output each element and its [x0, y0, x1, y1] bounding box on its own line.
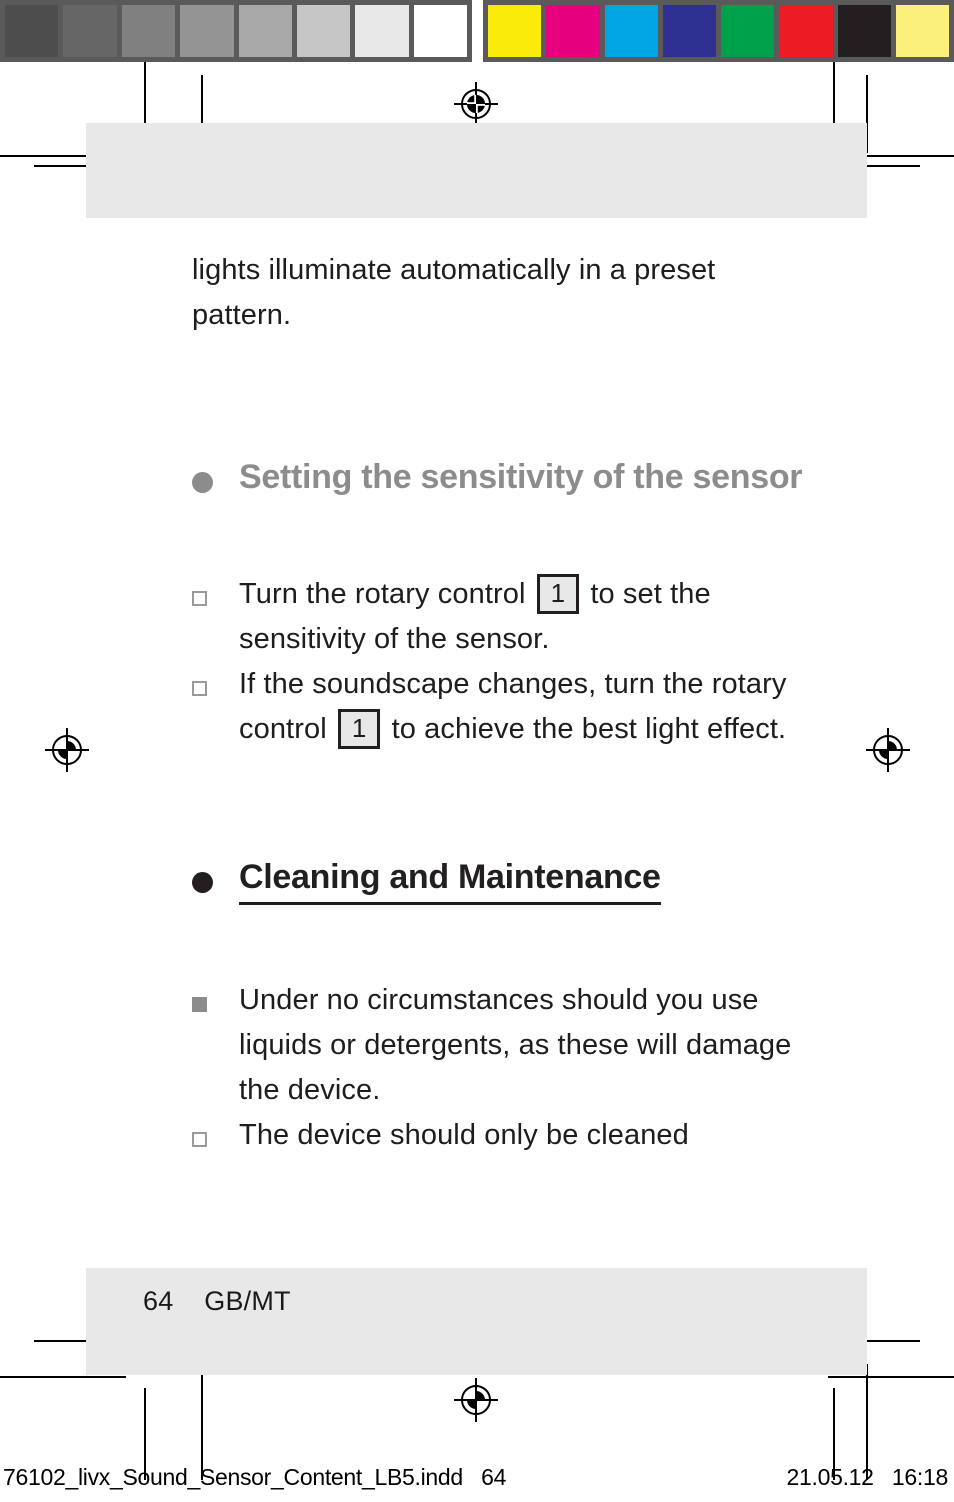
crop-mark-bottom-right-outer-horizontal — [828, 1376, 954, 1378]
slug-filename: 76102_livx_Sound_Sensor_Content_LB5.indd… — [3, 1464, 507, 1490]
section-heading-cleaning-maintenance: Cleaning and Maintenance — [192, 856, 812, 905]
gray-swatch-2 — [121, 5, 176, 57]
color-swatch-7 — [895, 5, 949, 57]
reference-number-box: 1 — [536, 574, 580, 614]
list-item-text: Under no circumstances should you use li… — [239, 984, 792, 1106]
gray-swatch-4 — [238, 5, 292, 57]
filled-circle-bullet-icon — [192, 472, 213, 493]
color-calibration-strip — [483, 0, 954, 62]
registration-mark-bottom — [452, 1376, 500, 1424]
crop-mark-bottom-left-outer-horizontal — [0, 1376, 126, 1378]
heading-gap — [192, 499, 812, 572]
gray-swatch-1 — [63, 5, 117, 57]
gray-swatch-0 — [5, 5, 59, 57]
color-swatch-1 — [546, 5, 600, 57]
heading-text: Cleaning and Maintenance — [239, 856, 661, 905]
color-swatch-6 — [837, 5, 891, 57]
registration-mark-left — [43, 726, 91, 774]
list-item-text-part: Turn the rotary control — [239, 578, 534, 610]
page-trim-area: 64 GB/MT lights illuminate automatically… — [86, 123, 867, 1375]
header-band — [86, 123, 867, 218]
gray-swatch-3 — [180, 5, 234, 57]
heading-text: Setting the sensitivity of the sensor — [239, 458, 803, 496]
gray-swatch-5 — [296, 5, 351, 57]
list-item-text: Turn the rotary control 1 to set the sen… — [239, 572, 812, 662]
hollow-square-bullet-icon — [192, 591, 207, 606]
grayscale-calibration-strip — [0, 0, 472, 62]
filled-square-bullet-icon — [192, 997, 207, 1012]
filled-circle-bullet-icon — [192, 872, 213, 893]
list-item: If the soundscape changes, turn the rota… — [192, 662, 812, 752]
hollow-square-bullet-icon — [192, 1132, 207, 1147]
list-item: The device should only be cleaned — [192, 1113, 812, 1158]
footer-band — [86, 1268, 867, 1375]
registration-mark-right — [864, 726, 912, 774]
heading-underlined-text: Cleaning and Maintenance — [239, 856, 661, 905]
color-swatch-5 — [779, 5, 833, 57]
print-calibration-strips — [0, 0, 954, 62]
print-slug-line: 76102_livx_Sound_Sensor_Content_LB5.indd… — [0, 1458, 954, 1502]
registration-mark-top — [452, 80, 500, 128]
color-swatch-4 — [721, 5, 775, 57]
content-column: lights illuminate automatically in a pre… — [192, 248, 812, 1158]
list-item-text-part: to achieve the best light effect. — [383, 713, 787, 745]
intro-paragraph: lights illuminate automatically in a pre… — [192, 254, 716, 331]
list-item-text: The device should only be cleaned — [239, 1119, 689, 1151]
color-swatch-0 — [488, 5, 542, 57]
slug-timestamp: 21.05.12 16:18 — [786, 1464, 949, 1490]
gray-swatch-7 — [413, 5, 467, 57]
list-item-text: If the soundscape changes, turn the rota… — [239, 662, 812, 752]
heading-gap — [192, 905, 812, 978]
section-heading-setting-sensitivity: Setting the sensitivity of the sensor — [192, 456, 812, 499]
gray-swatch-6 — [355, 5, 409, 57]
hollow-square-bullet-icon — [192, 681, 207, 696]
reference-number-box: 1 — [337, 709, 381, 749]
color-swatch-3 — [662, 5, 716, 57]
page-footer-label: 64 GB/MT — [143, 1286, 291, 1316]
list-item: Turn the rotary control 1 to set the sen… — [192, 572, 812, 662]
list-item: Under no circumstances should you use li… — [192, 978, 812, 1113]
color-swatch-2 — [604, 5, 658, 57]
